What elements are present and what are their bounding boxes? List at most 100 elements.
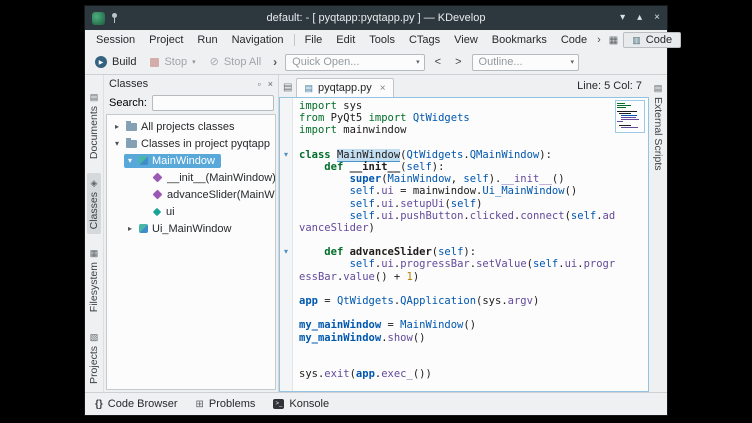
- next-button[interactable]: >: [451, 56, 465, 68]
- menu-ctags[interactable]: CTags: [402, 32, 447, 48]
- expander-icon[interactable]: ▾: [112, 139, 122, 148]
- sidebar-tab-classes[interactable]: ◈Classes: [87, 173, 101, 234]
- projects-icon: ▧: [90, 332, 99, 342]
- menu-edit[interactable]: Edit: [329, 32, 362, 48]
- editor[interactable]: ▾ ▾ import sysfrom PyQt5 import QtWidgets…: [279, 97, 649, 392]
- build-label: Build: [112, 56, 136, 68]
- editor-column: ▤ ▤ pyqtapp.py × Line: 5 Col: 7 ▾▾ impor…: [279, 75, 649, 392]
- gutter-cell: [280, 137, 292, 149]
- tree-label: advanceSlider(MainWindow): [167, 189, 276, 201]
- expander-icon[interactable]: ▸: [125, 224, 135, 233]
- tree-row[interactable]: advanceSlider(MainWindow): [107, 186, 275, 203]
- outline-arrow-icon[interactable]: ▾: [567, 58, 575, 66]
- titlebar[interactable]: default: - [ pyqtapp:pyqtapp.py ] — KDev…: [85, 6, 667, 30]
- gutter-cell: [280, 307, 292, 319]
- code-line: import mainwindow: [299, 124, 648, 136]
- bottom-tool-konsole[interactable]: >_Konsole: [273, 398, 329, 410]
- gutter-cell: [280, 344, 292, 356]
- field-icon: [153, 207, 161, 215]
- problems-icon: ⊞: [196, 399, 204, 410]
- external-scripts-icon: ▤: [654, 83, 663, 93]
- stop-all-icon: ⊘: [210, 57, 219, 68]
- classes-search-input[interactable]: [152, 95, 274, 111]
- gutter-cell: [280, 356, 292, 368]
- gutter-cell: [280, 210, 292, 222]
- fold-marker[interactable]: ▾: [280, 246, 292, 258]
- classes-panel-title: Classes: [109, 78, 148, 90]
- code-browser-icon: {}: [95, 399, 103, 410]
- menu-overflow-icon[interactable]: ›: [594, 34, 604, 46]
- outline-combo[interactable]: ▾: [472, 54, 580, 71]
- minimize-button[interactable]: ▾: [620, 13, 625, 23]
- toolbar-extension-icon[interactable]: ›: [271, 55, 279, 69]
- tree-label: Ui_MainWindow: [152, 223, 231, 235]
- dock-grid-icon[interactable]: ▦: [604, 35, 623, 46]
- tree-label: Classes in project pyqtapp: [141, 138, 270, 150]
- menu-navigation[interactable]: Navigation: [225, 32, 291, 48]
- bottom-tool-code-browser[interactable]: {}Code Browser: [95, 398, 178, 410]
- bottom-toolbar-items: {}Code Browser ⊞Problems >_Konsole: [95, 398, 329, 410]
- gutter-cell: [280, 271, 292, 283]
- menu-view[interactable]: View: [447, 32, 485, 48]
- scrollbar-minimap[interactable]: [615, 100, 645, 133]
- gutter-cell: [280, 198, 292, 210]
- sidebar-tab-projects[interactable]: ▧Projects: [87, 327, 101, 389]
- menu-file[interactable]: File: [298, 32, 330, 48]
- tree-row[interactable]: ▾ Classes in project pyqtapp: [107, 135, 275, 152]
- previous-button[interactable]: <: [431, 56, 445, 68]
- tree-row[interactable]: __init__(MainWindow): [107, 169, 275, 186]
- gutter-cell: [280, 319, 292, 331]
- quick-open-arrow-icon[interactable]: ▾: [412, 58, 420, 66]
- tab-pyqtapp[interactable]: ▤ pyqtapp.py ×: [296, 78, 393, 97]
- filesystem-icon: ▦: [90, 248, 99, 258]
- menu-bookmarks[interactable]: Bookmarks: [485, 32, 554, 48]
- code-line: def __init__(self):: [299, 161, 648, 173]
- outline-input[interactable]: [479, 56, 567, 68]
- stop-icon: [150, 58, 159, 67]
- maximize-button[interactable]: ▴: [637, 13, 642, 23]
- area-switcher-code-button[interactable]: ▥ Code: [623, 32, 681, 48]
- quick-open-combo[interactable]: ▾: [285, 54, 425, 71]
- gutter-cell: [280, 173, 292, 185]
- code-lines[interactable]: import sysfrom PyQt5 import QtWidgetsimp…: [293, 98, 648, 391]
- panel-close-icon[interactable]: ×: [268, 79, 273, 89]
- sidebar-tab-filesystem[interactable]: ▦Filesystem: [87, 243, 101, 317]
- code-line: [299, 234, 648, 246]
- stop-button[interactable]: Stop ▾: [146, 54, 199, 70]
- menu-code[interactable]: Code: [554, 32, 594, 48]
- sidebar-tab-documents[interactable]: ▤Documents: [87, 87, 101, 164]
- classes-icon: ◈: [91, 178, 98, 188]
- menu-session[interactable]: Session: [89, 32, 142, 48]
- document-switcher-icon[interactable]: ▤: [281, 82, 296, 97]
- quick-open-input[interactable]: [292, 56, 412, 68]
- tree-row[interactable]: ui: [107, 203, 275, 220]
- menubar: SessionProjectRunNavigation FileEditTools…: [85, 30, 667, 50]
- tab-close-icon[interactable]: ×: [377, 83, 386, 94]
- classes-panel-header: Classes ▫ ×: [104, 75, 278, 93]
- expander-icon[interactable]: ▸: [112, 122, 122, 131]
- code-line: [299, 137, 648, 149]
- stop-all-button[interactable]: ⊘ Stop All: [206, 54, 266, 70]
- tree-row[interactable]: ▾MainWindow: [107, 152, 275, 169]
- fold-marker[interactable]: ▾: [280, 149, 292, 161]
- stop-label: Stop: [164, 56, 187, 68]
- search-label: Search:: [109, 97, 147, 109]
- tree-row[interactable]: ▸ Ui_MainWindow: [107, 220, 275, 237]
- expander-icon[interactable]: ▾: [125, 156, 135, 165]
- sidebar-tab-external-scripts[interactable]: ▤External Scripts: [651, 78, 665, 176]
- tree-row[interactable]: ▸All projects classes: [107, 118, 275, 135]
- code-line: [299, 344, 648, 356]
- menu-run[interactable]: Run: [190, 32, 224, 48]
- kdevelop-window: default: - [ pyqtapp:pyqtapp.py ] — KDev…: [85, 6, 667, 415]
- bottom-tool-problems[interactable]: ⊞Problems: [196, 398, 256, 410]
- close-button[interactable]: ×: [654, 13, 660, 23]
- menu-project[interactable]: Project: [142, 32, 190, 48]
- panel-float-icon[interactable]: ▫: [258, 79, 261, 89]
- window-title: default: - [ pyqtapp:pyqtapp.py ] — KDev…: [85, 12, 667, 24]
- build-button[interactable]: ▶ Build: [91, 54, 140, 70]
- tree-label: ui: [166, 206, 175, 218]
- method-icon: [153, 173, 163, 183]
- code-line: from PyQt5 import QtWidgets: [299, 112, 648, 124]
- menu-tools[interactable]: Tools: [362, 32, 402, 48]
- menubar-separator: [294, 34, 295, 46]
